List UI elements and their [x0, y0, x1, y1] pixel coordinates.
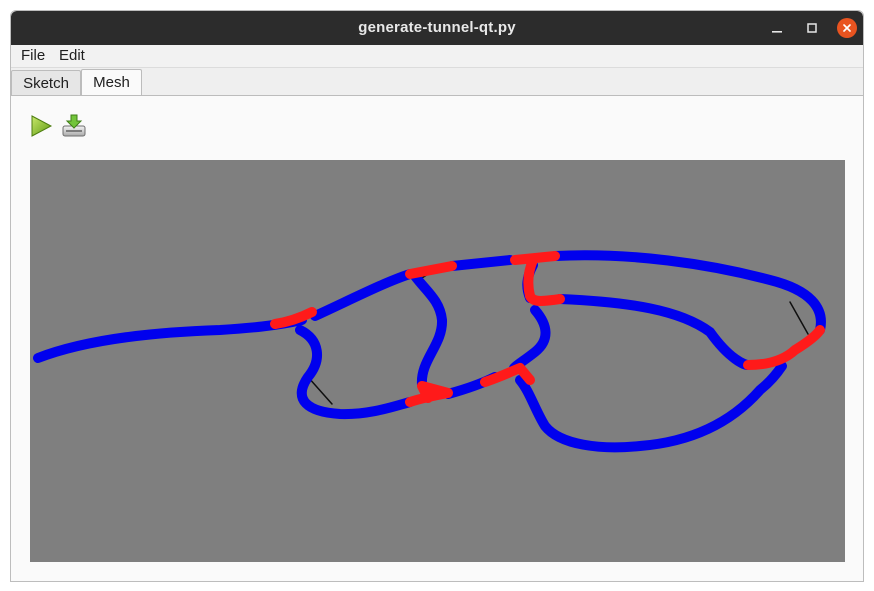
mesh-edge	[789, 301, 809, 335]
app-window: generate-tunnel-qt.py File Edit Sketch M…	[10, 10, 864, 582]
tunnel-segment	[515, 361, 787, 453]
run-button[interactable]	[28, 113, 54, 139]
close-button[interactable]	[837, 18, 857, 38]
download-save-icon	[62, 114, 86, 137]
save-mesh-button[interactable]	[61, 113, 87, 139]
tunnel-segment	[310, 269, 415, 321]
play-icon	[31, 115, 53, 137]
tunnel-segment	[295, 325, 415, 420]
junction-section	[743, 325, 825, 370]
minimize-button[interactable]	[767, 18, 787, 38]
tab-sketch[interactable]: Sketch	[11, 70, 81, 95]
junction-section	[405, 261, 457, 279]
maximize-icon	[807, 23, 817, 33]
menu-file[interactable]: File	[21, 47, 45, 64]
tab-bar: Sketch Mesh	[11, 68, 863, 96]
title-bar[interactable]: generate-tunnel-qt.py	[11, 11, 863, 45]
mesh-viewport[interactable]	[30, 160, 845, 562]
tunnel-segment	[410, 271, 447, 390]
tunnel-segment	[33, 315, 307, 363]
mesh-tab-panel	[11, 95, 863, 581]
junction-section	[523, 255, 565, 306]
window-title: generate-tunnel-qt.py	[358, 19, 516, 36]
tunnel-mesh-render	[33, 250, 826, 453]
junction-section	[405, 381, 453, 407]
maximize-button[interactable]	[802, 18, 822, 38]
tunnel-segment	[447, 255, 515, 271]
close-icon	[843, 24, 851, 32]
menu-edit[interactable]: Edit	[59, 47, 85, 64]
tab-mesh[interactable]: Mesh	[81, 69, 142, 96]
mesh-edge	[307, 376, 333, 405]
tunnel-segment	[555, 294, 753, 370]
menu-bar: File Edit	[11, 45, 863, 68]
minimize-icon	[772, 31, 782, 33]
